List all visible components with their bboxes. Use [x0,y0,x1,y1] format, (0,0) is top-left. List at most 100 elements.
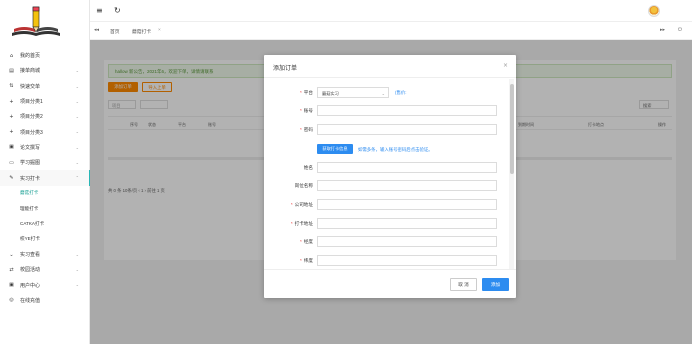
sidebar-item[interactable]: + 项目分类1 ⌄ [0,94,90,109]
sidebar-item-label: 项目分类2 [20,114,43,121]
dialog-title: 添加订单 [273,66,298,72]
sidebar-subitem[interactable]: CATKA打卡 [0,216,90,231]
sidebar-item-label: 用户中心 [20,282,41,289]
sidebar-item-icon: + [9,98,14,105]
sidebar-item-label: 项目分类3 [20,129,43,136]
sidebar-item[interactable]: ⌂ 我的首页 [0,48,90,63]
longitude-label: * 经度 [300,239,313,244]
topbar: ≡ ↻ [90,0,692,22]
latitude-row: * 纬度 [264,255,509,267]
password-input[interactable] [317,124,497,135]
platform-label: * 平台 [300,90,313,95]
sidebar-item-icon: ▤ [9,67,14,74]
price-info: (售价: [395,90,407,95]
refresh-icon[interactable]: ↻ [114,6,121,15]
latitude-input[interactable] [317,255,497,266]
chevron-icon: ⌄ [75,251,79,257]
sidebar-subitem[interactable]: 校YE打卡 [0,232,90,247]
sidebar-item-icon: ⇅ [9,83,14,90]
fetch-checkin-info-button[interactable]: 获取打卡信息 [317,144,353,154]
chevron-down-icon: ⌄ [381,91,385,96]
company-address-row: * 公司地址 [264,199,509,211]
password-label: * 密码 [300,127,313,132]
sidebar-subitem[interactable]: 理能打卡 [0,201,90,216]
cancel-button[interactable]: 取 消 [450,278,477,291]
chevron-icon: ⌄ [75,129,79,135]
sidebar-item-label: 校园活动 [20,267,41,274]
company-address-input[interactable] [317,199,497,210]
name-input[interactable] [317,162,497,173]
dialog-body: * 平台 蘑菇实习 ⌄ (售价: * 账号 * 密码 获取打卡信息 如需多条，输入账号密… [264,79,516,269]
position-row: 岗位名称 [264,180,509,192]
sidebar-item[interactable]: ⇄ 校园活动 ⌄ [0,262,90,277]
longitude-row: * 经度 [264,236,509,248]
chevron-icon: ⌃ [75,175,79,181]
tabs-next-icon[interactable]: ▸▸ [660,27,665,33]
sidebar-item-icon: ⇄ [9,266,14,273]
latitude-label: * 纬度 [300,258,313,263]
checkin-address-input[interactable] [317,218,497,229]
name-label: 姓名 [303,165,313,170]
account-row: * 账号 [264,105,509,117]
chevron-icon: ⌄ [75,160,79,166]
sidebar-item-icon: ◎ [9,297,14,304]
sidebar-item-label: 实习查看 [20,252,41,258]
chevron-icon: ⌄ [75,114,79,120]
checkin-address-label: * 打卡地址 [290,221,313,226]
sidebar-item[interactable]: ▤ 接单商城 ⌄ [0,63,90,78]
dialog-header: 添加订单 × [264,55,516,78]
sidebar-item-icon: + [9,113,14,120]
chevron-icon: ⌄ [75,144,79,150]
sidebar-item-label: 快速交单 [20,83,41,90]
name-row: 姓名 [264,162,509,174]
chevron-icon: ⌄ [75,267,79,273]
sidebar-item-label: 论文撰写 [20,144,41,151]
sidebar-item-label: 实习打卡 [20,175,41,182]
fetch-hint: 如需多条，输入账号密码后点击验证。 [358,147,433,152]
logo [12,6,60,36]
avatar[interactable] [648,5,660,17]
dialog-scrollbar[interactable] [509,79,514,269]
add-order-dialog: 添加订单 × * 平台 蘑菇实习 ⌄ (售价: * 账号 * 密码 获取打卡信息 如需多… [264,55,516,298]
account-input[interactable] [317,105,497,116]
sidebar-subitem[interactable]: 蘑菇打卡 [0,186,90,201]
position-label: 岗位名称 [294,183,313,188]
close-icon[interactable]: × [503,62,508,69]
sidebar-item[interactable]: ▣ 用户中心 ⌄ [0,277,90,292]
checkin-address-row: * 打卡地址 [264,218,509,230]
sidebar-item-icon: ⌂ [9,52,14,59]
chevron-icon: ⌄ [75,83,79,89]
sidebar-item-label: 在线充值 [20,297,41,304]
menu-toggle-icon[interactable]: ≡ [96,6,103,15]
sidebar-item[interactable]: ✎ 实习打卡 ⌃ [0,170,90,186]
longitude-input[interactable] [317,236,497,247]
chevron-icon: ⌄ [75,98,79,104]
sidebar-item-label: 接单商城 [20,68,41,75]
scrollbar-thumb[interactable] [509,84,514,174]
sidebar-item-icon: ▣ [9,144,14,151]
tabbar: ◂◂ 首页 蘑菇打卡 × ▸▸ ⏻ [90,22,692,40]
sidebar-item-icon: ▭ [9,159,14,166]
sidebar-item[interactable]: ◎ 在线充值 [0,293,90,308]
password-row: * 密码 [264,124,509,136]
sidebar-item-label: 项目分类1 [20,99,43,106]
sidebar-item[interactable]: ▭ 学习掘图 ⌄ [0,155,90,170]
sidebar-item[interactable]: ⇅ 快速交单 ⌄ [0,79,90,94]
tabs-prev-icon[interactable]: ◂◂ [94,27,99,33]
position-input[interactable] [317,180,497,191]
sidebar-item[interactable]: + 项目分类2 ⌄ [0,109,90,124]
sidebar-nav: ⌂ 我的首页 ▤ 接单商城 ⌄ ⇅ 快速交单 ⌄ + 项目分类1 ⌄ + 项目分类2 ⌄ + 项目分类3 ⌄ ▣ 论… [0,48,90,308]
confirm-add-button[interactable]: 添加 [482,278,509,291]
sidebar-item-icon: + [9,129,14,136]
sidebar-item-icon: ▣ [9,282,14,289]
tab-close-icon[interactable]: × [158,28,161,33]
sidebar-item[interactable]: + 项目分类3 ⌄ [0,124,90,139]
sidebar-item-icon: ✎ [9,175,14,182]
fetch-row: 获取打卡信息 如需多条，输入账号密码后点击验证。 [264,144,509,156]
platform-select[interactable]: 蘑菇实习 ⌄ [317,87,389,98]
tab-current[interactable]: 蘑菇打卡 [132,28,151,35]
power-icon[interactable]: ⏻ [678,27,682,33]
sidebar-item[interactable]: ▣ 论文撰写 ⌄ [0,140,90,155]
tab-home[interactable]: 首页 [110,28,120,35]
sidebar-item[interactable]: ⌄ 实习查看 ⌄ [0,247,90,262]
